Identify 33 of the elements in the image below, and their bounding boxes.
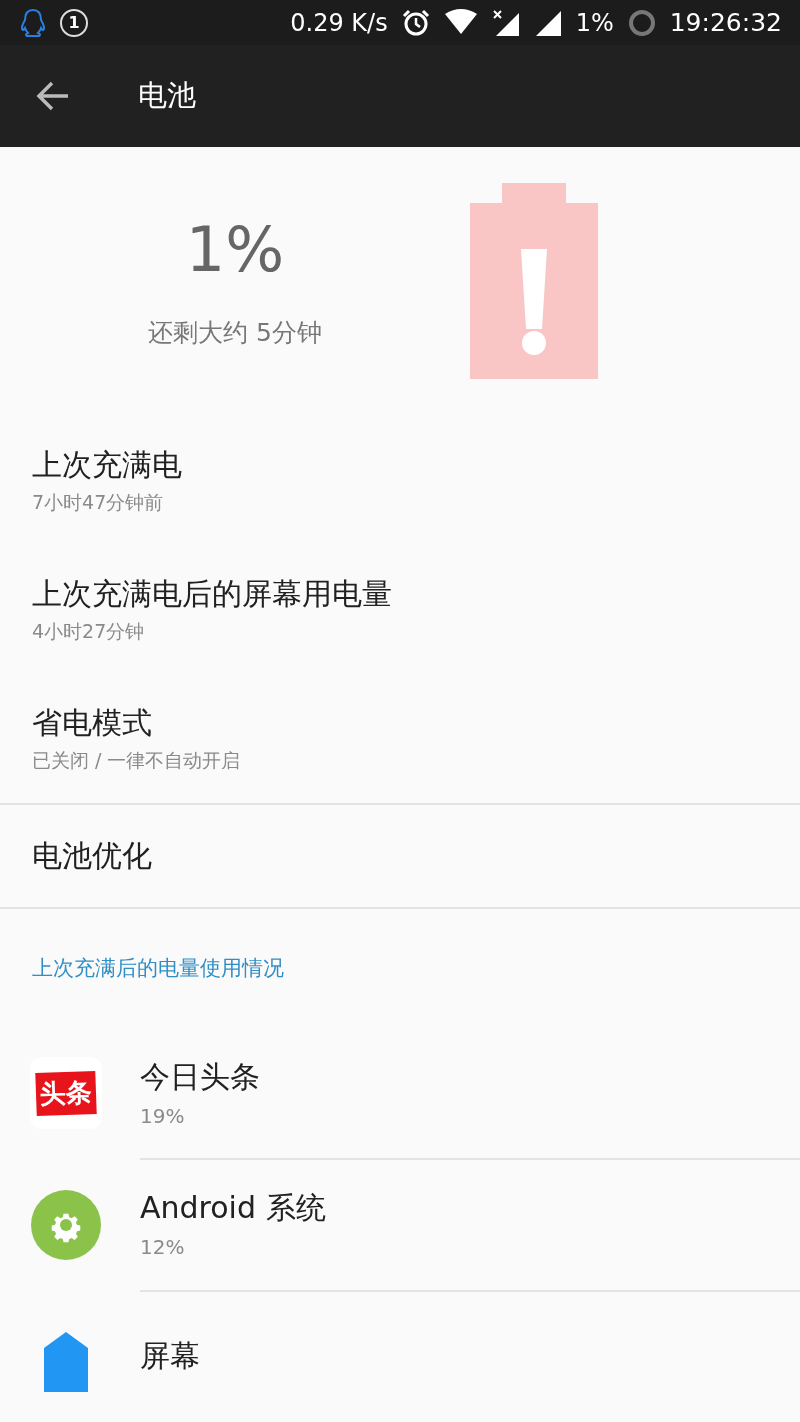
battery-ring-icon [627,8,656,37]
signal-icon [491,8,520,37]
back-arrow-icon[interactable] [36,81,70,111]
setting-title: 上次充满电 [32,446,183,485]
battery-percent: 1% [575,8,614,37]
network-speed: 0.29 K/s [290,8,388,37]
battery-level: 1% [185,213,285,287]
app-name: Android 系统 [140,1189,327,1228]
page-title: 电池 [138,77,196,114]
app-name: 屏幕 [140,1336,201,1375]
setting-title: 省电模式 [32,703,153,742]
setting-summary: 4小时27分钟 [32,618,146,644]
app-usage-row[interactable]: 头条 今日头条 19% [0,1027,800,1160]
settings-row[interactable]: 省电模式 已关闭 / 一律不自动开启 [0,673,800,806]
clock: 19:26:32 [669,8,782,38]
settings-row[interactable]: 电池优化 [0,805,800,910]
settings-row[interactable]: 上次充满电后的屏幕用电量 4小时27分钟 [0,544,800,674]
app-usage-percent: 12% [140,1235,186,1260]
app-usage-row[interactable]: 屏幕 [0,1290,800,1422]
app-name: 今日头条 [140,1057,261,1096]
section-header: 上次充满后的电量使用情况 [32,955,284,983]
setting-title: 电池优化 [32,836,153,875]
settings-row[interactable]: 上次充满电 7小时47分钟前 [0,416,800,545]
time-remaining: 还剩大约 5分钟 [148,317,322,350]
setting-summary: 7小时47分钟前 [32,490,165,516]
logo-text: 头条 [35,1070,97,1116]
notification-count: 1 [60,8,88,37]
setting-summary: 已关闭 / 一律不自动开启 [32,747,242,773]
alarm-icon [401,8,430,37]
app-usage-row[interactable]: Android 系统 12% [0,1159,800,1291]
penguin-icon [20,7,46,38]
app-usage-percent: 19% [140,1103,186,1128]
setting-title: 上次充满电后的屏幕用电量 [32,574,393,613]
